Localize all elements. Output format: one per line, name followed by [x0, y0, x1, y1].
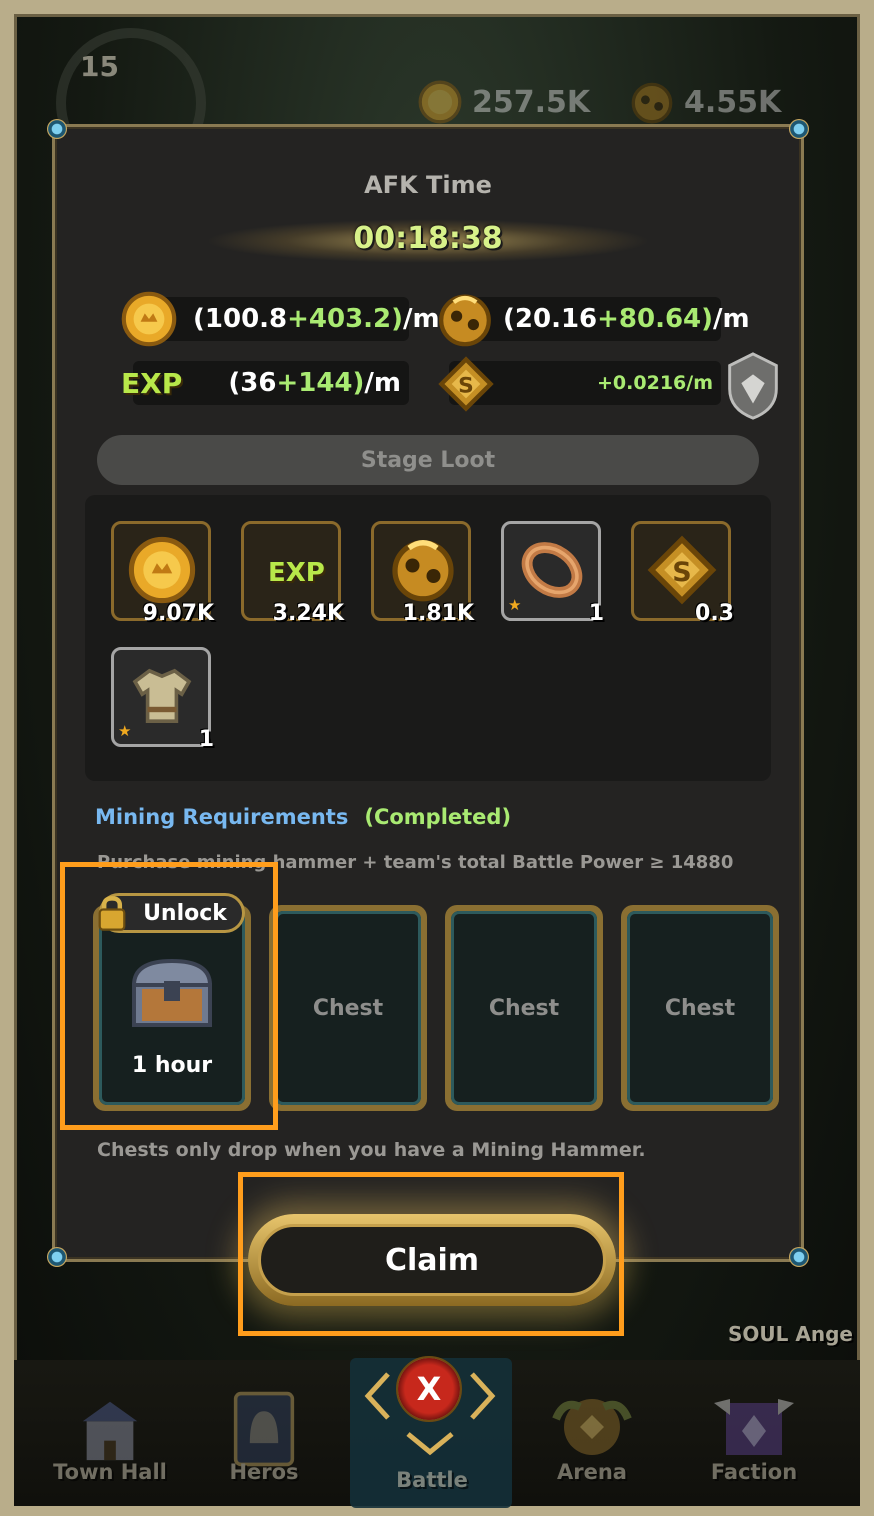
ore-rate: (20.16+80.64)/m	[439, 294, 750, 347]
mining-requirements-label[interactable]: Mining Requirements	[95, 805, 348, 829]
nav-label: Battle	[396, 1468, 468, 1492]
nav-label: Heros	[229, 1460, 299, 1484]
chevron-down-icon	[406, 1432, 454, 1456]
soul-rate-text: +0.0216/m	[597, 372, 713, 394]
side-character-name[interactable]: SOUL Ange	[728, 1322, 853, 1346]
gold-rate: (100.8+403.2)/m	[121, 291, 440, 347]
loot-item-soul-gem[interactable]: S 0.3	[631, 521, 734, 626]
corner-gem-icon	[789, 1247, 809, 1267]
armor-shirt-icon	[132, 668, 192, 723]
dialog-title: AFK Time	[364, 171, 492, 199]
mining-status: (Completed)	[364, 805, 512, 829]
loot-qty: 3.24K	[272, 601, 344, 626]
loot-qty: 0.3	[695, 601, 734, 626]
loot-item-ore[interactable]: 1.81K	[371, 521, 474, 626]
ore-icon	[392, 540, 454, 602]
loot-qty: 1	[198, 727, 214, 752]
hero-helmet-icon	[233, 1391, 295, 1467]
loot-qty: 1	[588, 601, 604, 626]
corner-gem-icon	[47, 1247, 67, 1267]
loot-qty: 9.07K	[142, 601, 214, 626]
stage-loot-header: Stage Loot	[97, 435, 759, 485]
highlight-unlock-chest	[60, 862, 278, 1130]
faction-banner-icon	[714, 1399, 794, 1455]
nav-heros[interactable]: Heros	[204, 1390, 324, 1500]
chest-slot-inner: Chest	[627, 911, 773, 1105]
nav-town-hall[interactable]: Town Hall	[50, 1390, 170, 1500]
exp-rate-text: (36+144)/m	[228, 368, 401, 398]
gold-value: 257.5K	[472, 84, 591, 120]
gold-coin-icon	[418, 80, 462, 124]
gold-coin-icon	[121, 291, 177, 347]
ore-icon	[439, 294, 491, 347]
loot-item-armor[interactable]: ★ 1	[111, 647, 214, 752]
svg-text:S: S	[672, 557, 691, 588]
exp-icon: EXP	[121, 366, 183, 400]
stage-loot-label: Stage Loot	[360, 447, 496, 473]
star-icon: ★	[118, 722, 132, 740]
corner-gem-icon	[789, 119, 809, 139]
svg-text:S: S	[458, 374, 474, 399]
star-icon: ★	[508, 596, 522, 614]
afk-timer: 00:18:38	[353, 221, 503, 256]
nav-label: Town Hall	[53, 1460, 167, 1484]
chest-slot-inner: Chest	[451, 911, 597, 1105]
soul-gem-icon: S	[438, 356, 494, 412]
loot-qty: 1.81K	[402, 601, 474, 626]
gold-counter: 257.5K	[418, 80, 590, 124]
chest-slot[interactable]: Chest	[445, 905, 603, 1111]
corner-gem-icon	[47, 119, 67, 139]
exp-icon: EXP	[268, 558, 325, 588]
ore-value: 4.55K	[684, 84, 782, 120]
ore-counter: 4.55K	[630, 80, 781, 124]
chest-slot[interactable]: Chest	[269, 905, 427, 1111]
loot-item-exp[interactable]: EXP 3.24K	[241, 521, 344, 626]
chest-slot-label: Chest	[312, 995, 384, 1021]
player-level: 15	[80, 50, 119, 83]
mining-hammer-note: Chests only drop when you have a Mining …	[97, 1139, 646, 1161]
loot-panel: 9.07K EXP 3.24K 1.81K ★ 1 S 0.3 ★ 1	[85, 495, 771, 781]
castle-icon	[82, 1401, 138, 1461]
chest-slot-label: Chest	[664, 995, 736, 1021]
exp-rate: EXP (36+144)/m	[121, 361, 409, 405]
ore-icon	[631, 82, 673, 124]
nav-label: Arena	[557, 1460, 627, 1484]
nav-label: Faction	[710, 1460, 798, 1484]
ring-icon	[521, 542, 583, 598]
highlight-claim	[238, 1172, 624, 1336]
mining-requirements: Mining Requirements (Completed)	[95, 805, 511, 829]
gold-rate-text: (100.8+403.2)/m	[193, 304, 440, 334]
nav-faction[interactable]: Faction	[694, 1390, 814, 1500]
soul-gem-icon: S	[647, 535, 717, 605]
close-button[interactable]: X	[396, 1356, 462, 1422]
loot-item-ring[interactable]: ★ 1	[501, 521, 604, 626]
arena-crest-icon	[552, 1399, 632, 1455]
chest-slot-label: Chest	[488, 995, 560, 1021]
chest-slot[interactable]: Chest	[621, 905, 779, 1111]
soul-rate: S +0.0216/m	[438, 356, 721, 412]
chest-slot-inner: Chest	[275, 911, 421, 1105]
loot-item-gold[interactable]: 9.07K	[111, 521, 214, 626]
gold-coin-icon	[128, 536, 196, 604]
ore-rate-text: (20.16+80.64)/m	[503, 304, 750, 334]
rank-badge-icon[interactable]	[723, 351, 783, 421]
nav-arena[interactable]: Arena	[532, 1390, 652, 1500]
